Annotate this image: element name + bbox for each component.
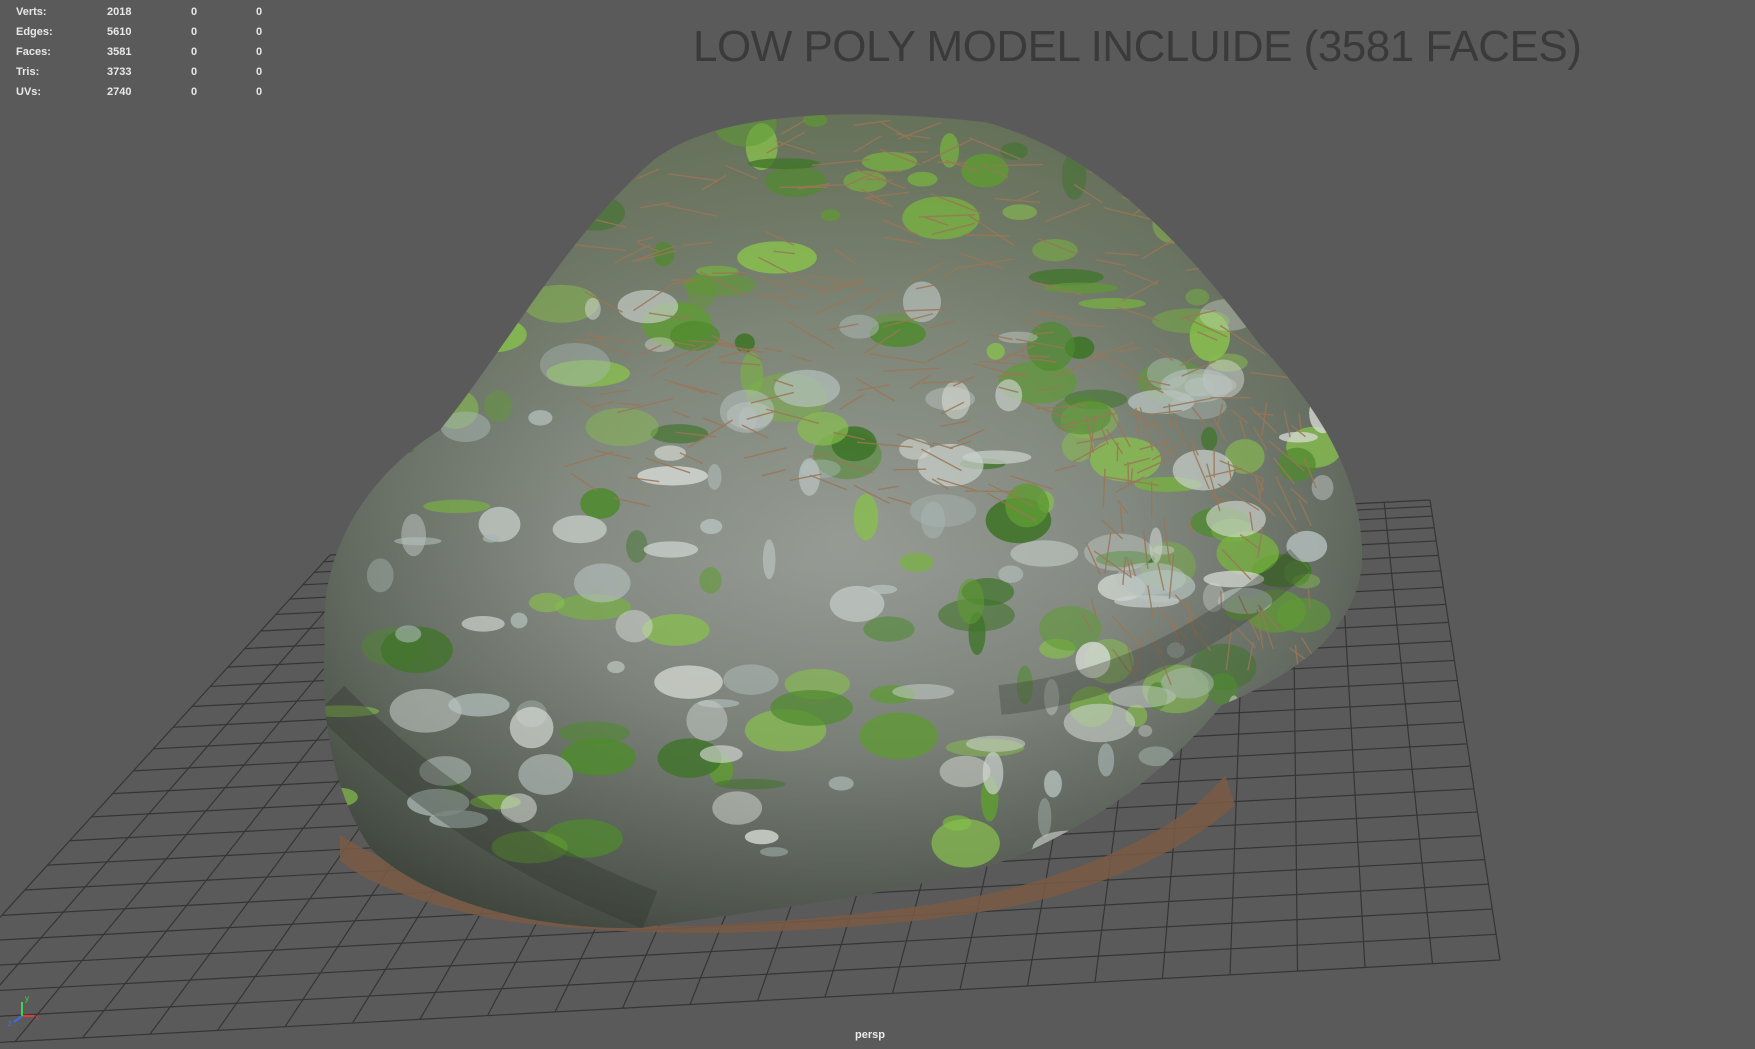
hud-value: 2740 xyxy=(107,86,132,98)
xyz-axis-gizmo-icon: y x z xyxy=(8,994,39,1028)
hud-value: 0 xyxy=(191,66,198,78)
hud-row-faces: Faces: 3581 0 0 xyxy=(16,42,276,62)
hud-value: 3733 xyxy=(107,66,132,78)
hud-label: Faces: xyxy=(16,46,51,58)
overlay-banner-text: LOW POLY MODEL INCLUIDE (3581 FACES) xyxy=(693,22,1582,71)
hud-label: Edges: xyxy=(16,26,53,38)
hud-value: 0 xyxy=(256,86,263,98)
poly-count-hud: Verts: 2018 0 0 Edges: 5610 0 0 Faces: 3… xyxy=(16,2,276,102)
camera-name-label: persp xyxy=(855,1029,885,1041)
svg-text:z: z xyxy=(8,1019,12,1028)
hud-label: Tris: xyxy=(16,66,40,78)
hud-label: Verts: xyxy=(16,6,47,18)
hud-value: 0 xyxy=(256,46,263,58)
hud-row-tris: Tris: 3733 0 0 xyxy=(16,62,276,82)
hud-value: 0 xyxy=(191,6,198,18)
hud-value: 0 xyxy=(191,26,198,38)
svg-text:x: x xyxy=(35,1013,39,1022)
hud-value: 2018 xyxy=(107,6,132,18)
3d-viewport[interactable]: y x z xyxy=(0,0,1755,1049)
hud-row-uvs: UVs: 2740 0 0 xyxy=(16,82,276,102)
hud-value: 5610 xyxy=(107,26,132,38)
hud-row-verts: Verts: 2018 0 0 xyxy=(16,2,276,22)
hud-row-edges: Edges: 5610 0 0 xyxy=(16,22,276,42)
hud-value: 0 xyxy=(256,6,263,18)
hud-value: 0 xyxy=(256,66,263,78)
hud-value: 3581 xyxy=(107,46,132,58)
svg-text:y: y xyxy=(25,994,29,1003)
hud-label: UVs: xyxy=(16,86,42,98)
hud-value: 0 xyxy=(191,46,198,58)
hud-value: 0 xyxy=(191,86,198,98)
hud-value: 0 xyxy=(256,26,263,38)
